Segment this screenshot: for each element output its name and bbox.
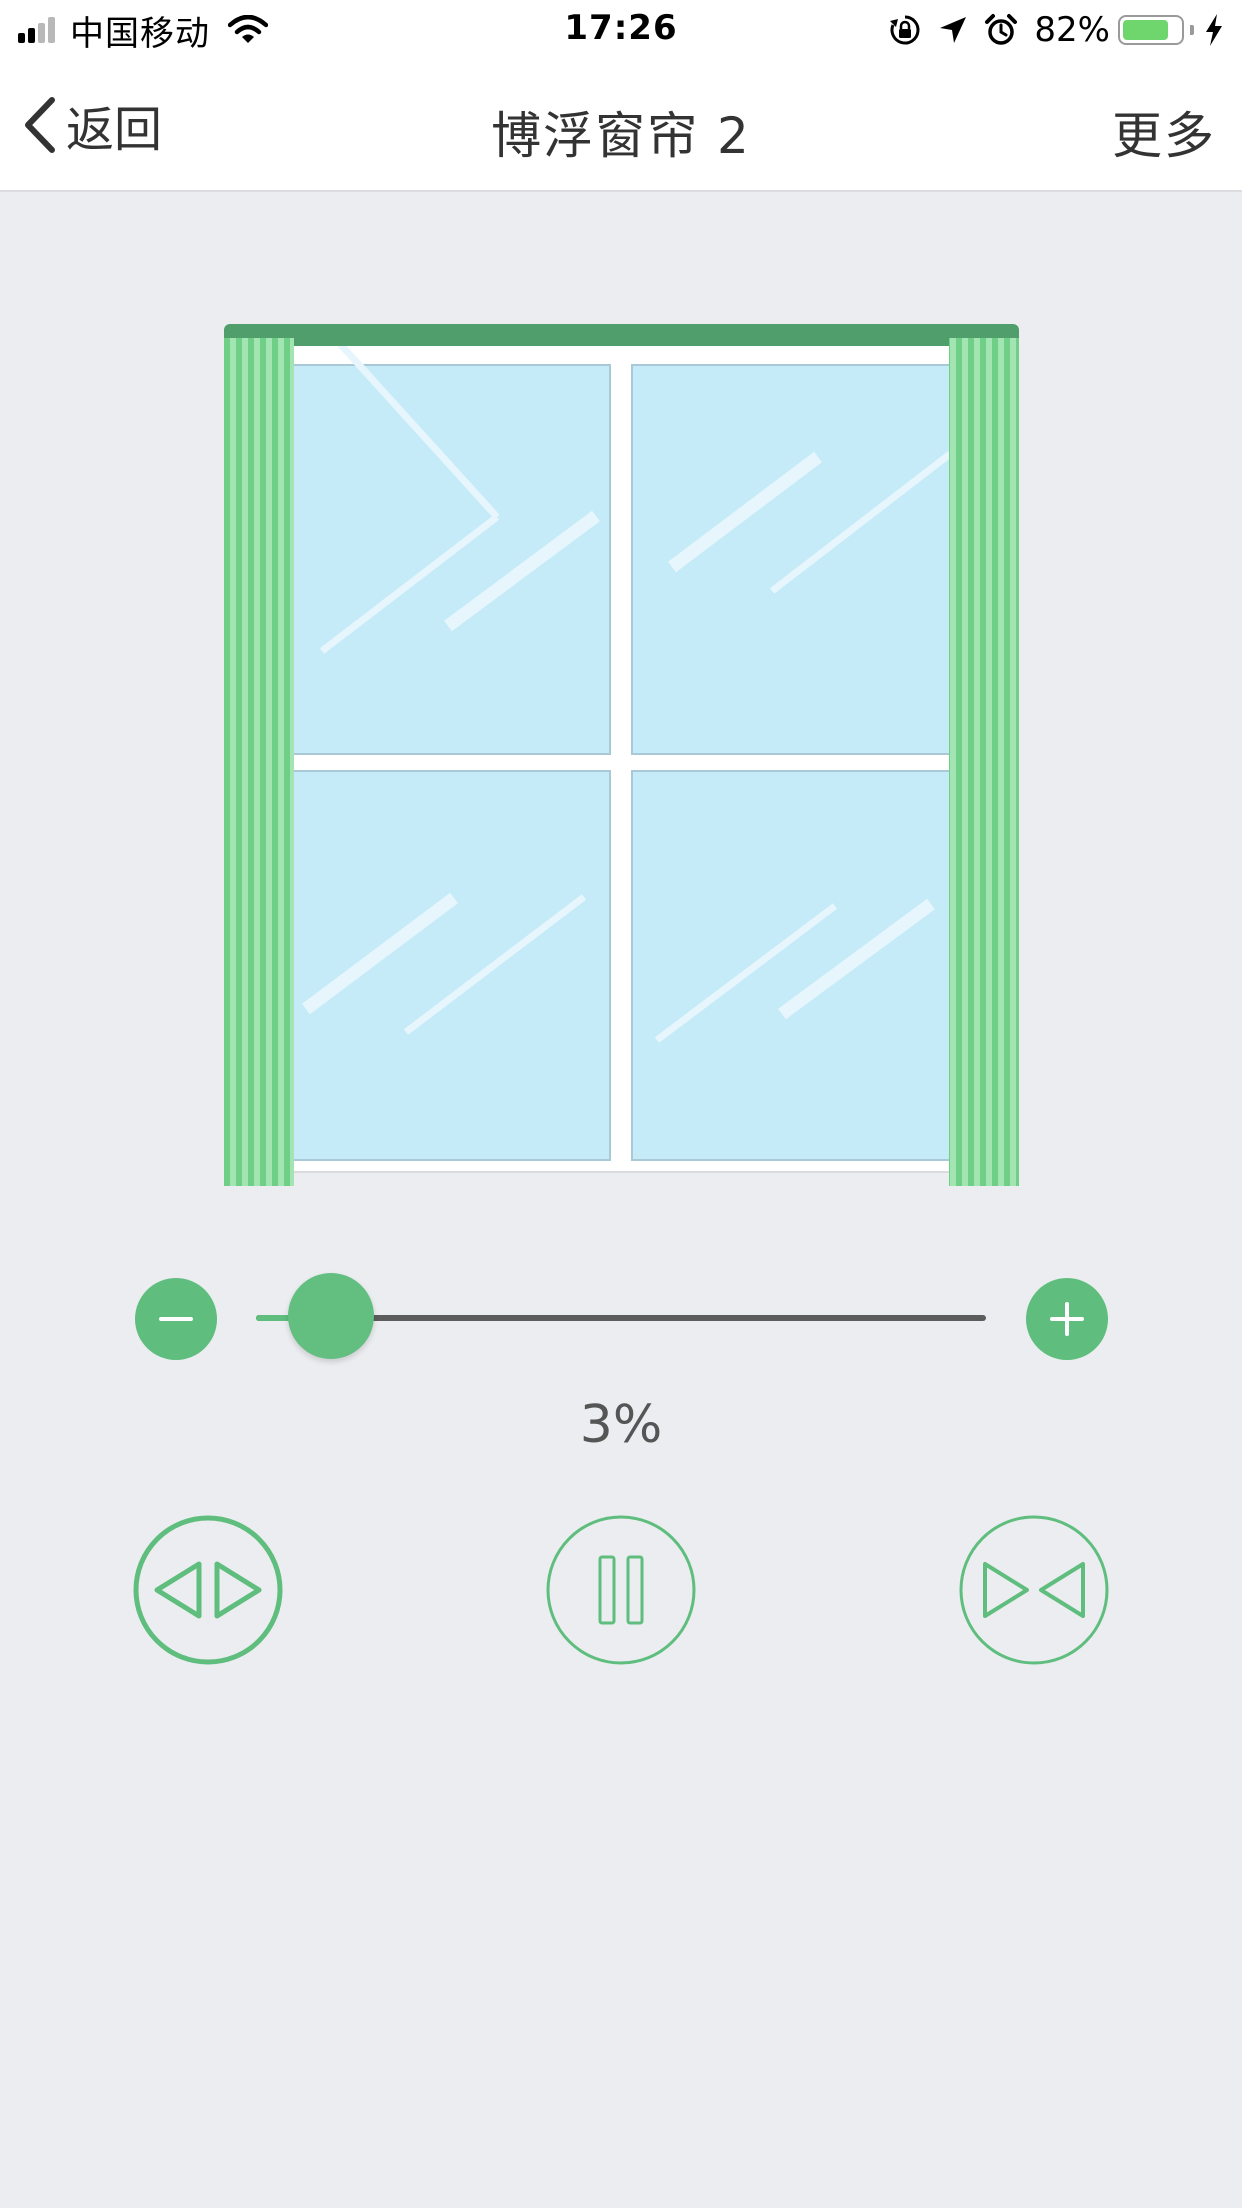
alarm-icon <box>985 14 1018 45</box>
close-curtain-button[interactable] <box>959 1515 1109 1665</box>
battery-icon <box>1118 15 1184 45</box>
rotation-lock-icon <box>890 15 920 45</box>
location-icon <box>940 17 967 43</box>
position-percent: 3% <box>579 1395 663 1455</box>
open-arrows-icon <box>133 1515 283 1665</box>
pause-button[interactable] <box>546 1515 696 1665</box>
navigation-bar: 返回 博浮窗帘 2 更多 <box>0 60 1242 192</box>
pause-icon <box>546 1515 696 1665</box>
position-slider[interactable] <box>256 1273 986 1359</box>
curtain-rod <box>224 324 1019 346</box>
more-button[interactable]: 更多 <box>1112 96 1216 168</box>
battery-level <box>1123 20 1168 40</box>
battery-tip <box>1190 25 1194 35</box>
increase-button[interactable] <box>1026 1278 1108 1360</box>
slider-thumb[interactable] <box>288 1273 375 1359</box>
battery-percent: 82% <box>1034 10 1110 50</box>
charging-icon <box>1206 14 1222 46</box>
left-curtain <box>224 338 294 1186</box>
plus-icon-vertical <box>1065 1302 1069 1336</box>
status-bar: 中国移动 17:26 82% <box>0 0 1242 60</box>
close-arrows-icon <box>959 1515 1109 1665</box>
page-title: 博浮窗帘 2 <box>491 107 751 165</box>
decrease-button[interactable] <box>135 1278 217 1360</box>
minus-icon <box>159 1317 193 1321</box>
status-bar-right: 82% <box>888 8 1224 52</box>
curtain-illustration <box>224 324 1019 1186</box>
open-curtain-button[interactable] <box>133 1515 283 1665</box>
right-curtain <box>949 338 1019 1186</box>
